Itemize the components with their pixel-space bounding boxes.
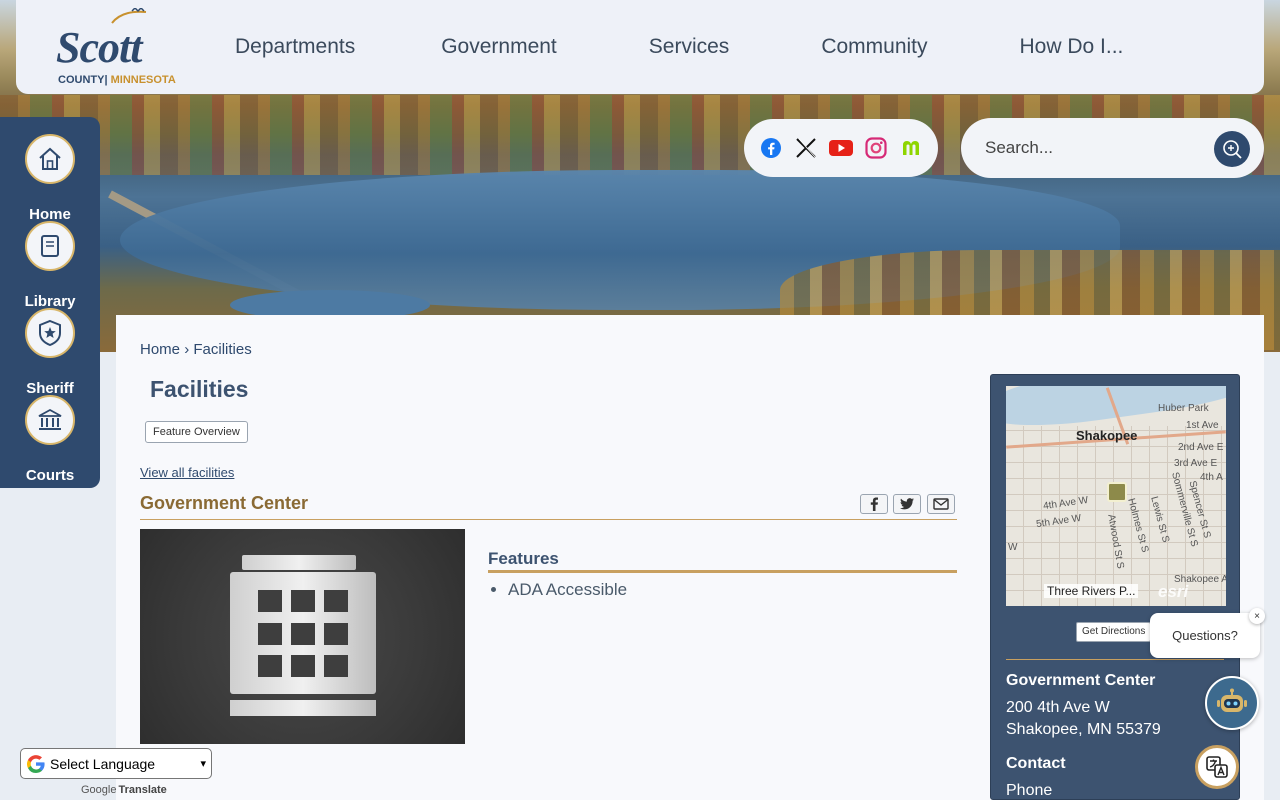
chat-prompt-text: Questions? [1172,628,1238,643]
language-select-label: Select Language [50,755,156,772]
chat-prompt[interactable]: Questions? [1150,613,1260,658]
logo-name: Scott [56,23,142,72]
youtube-icon[interactable] [829,136,853,160]
book-icon [25,221,75,271]
scott-county-logo[interactable]: Scott COUNTY| MINNESOTA [56,8,196,88]
nav-government[interactable]: Government [441,35,557,59]
facebook-icon[interactable] [759,136,783,160]
map-label: 2nd Ave E [1178,442,1224,453]
robot-icon [1217,688,1247,712]
map-label: 1st Ave [1186,420,1219,431]
quick-links-sidebar: Home Library Sheriff Courts [0,117,100,488]
sidebar-label-courts: Courts [25,467,75,484]
facility-photo [140,529,465,744]
features-list: ADA Accessible [508,580,627,600]
house-icon [25,134,75,184]
courthouse-icon [25,395,75,445]
main-nav: Departments Government Services Communit… [202,0,1123,94]
features-divider [488,570,957,573]
card-address-line2: Shakopee, MN 55379 [1006,721,1161,738]
sidebar-item-home[interactable]: Home [0,134,100,223]
nav-how-do-i[interactable]: How Do I... [1020,35,1124,59]
translate-label[interactable]: Translate [118,784,166,796]
map-label: 3rd Ave E [1174,458,1218,469]
google-logo: Google [81,784,117,796]
map-city-label: Shakopee [1076,428,1138,443]
chatbot-button[interactable] [1205,676,1259,730]
translate-button[interactable] [1195,745,1239,789]
language-select[interactable]: Select Language ▾ [20,748,212,779]
google-g-icon [27,754,45,773]
features-heading: Features [488,549,559,568]
location-map[interactable]: Huber Park 1st Ave 2nd Ave E 3rd Ave E 4… [1006,386,1226,606]
map-label: W [1008,542,1018,553]
logo-county: COUNTY| MINNESOTA [58,74,176,86]
facebook-share-icon[interactable] [860,494,888,514]
nav-departments[interactable]: Departments [235,35,355,59]
breadcrumb-facilities[interactable]: Facilities [193,341,251,358]
feature-overview-button[interactable]: Feature Overview [145,421,248,443]
chevron-down-icon: ▾ [200,758,206,770]
get-directions-button[interactable]: Get Directions [1076,622,1152,642]
close-icon[interactable]: × [1249,608,1265,624]
sidebar-item-courts[interactable]: Courts [0,395,100,484]
powered-by-google: Google Translate [81,784,167,796]
facility-info-card: Huber Park 1st Ave 2nd Ave E 3rd Ave E 4… [990,374,1240,800]
email-share-icon[interactable] [927,494,955,514]
twitter-share-icon[interactable] [893,494,921,514]
search-button[interactable] [1214,131,1250,167]
facility-title: Government Center [140,493,309,513]
social-links [744,119,938,177]
page-title: Facilities [150,376,249,402]
sidebar-item-library[interactable]: Library [0,221,100,310]
breadcrumb-separator: › [184,341,190,358]
map-label: 4th A [1200,472,1223,483]
esri-logo: esri [1158,582,1189,601]
card-divider [1006,659,1224,660]
nav-community[interactable]: Community [821,35,927,59]
map-pin-icon[interactable] [1107,482,1127,502]
search-box [961,118,1264,178]
search-icon [1223,140,1242,159]
breadcrumb-home[interactable]: Home [140,341,180,358]
nav-services[interactable]: Services [649,35,730,59]
site-header: Scott COUNTY| MINNESOTA Departments Gove… [16,0,1264,94]
card-facility-name: Government Center [1006,672,1156,689]
nextdoor-icon[interactable] [899,136,923,160]
card-address-line1: 200 4th Ave W [1006,699,1110,716]
building-icon [230,555,376,716]
map-place-label: Three Rivers P... [1044,584,1139,598]
list-item: ADA Accessible [508,580,627,600]
sidebar-item-sheriff[interactable]: Sheriff [0,308,100,397]
translate-icon [1206,756,1228,778]
title-divider [140,519,957,520]
instagram-icon[interactable] [864,136,888,160]
breadcrumb: Home › Facilities [140,341,252,358]
x-icon[interactable] [794,136,818,160]
view-all-facilities-link[interactable]: View all facilities [140,465,234,480]
map-label: Huber Park [1158,403,1209,414]
card-phone-label: Phone [1006,782,1053,799]
search-input[interactable] [985,136,1195,160]
badge-icon [25,308,75,358]
card-contact-heading: Contact [1006,755,1066,772]
